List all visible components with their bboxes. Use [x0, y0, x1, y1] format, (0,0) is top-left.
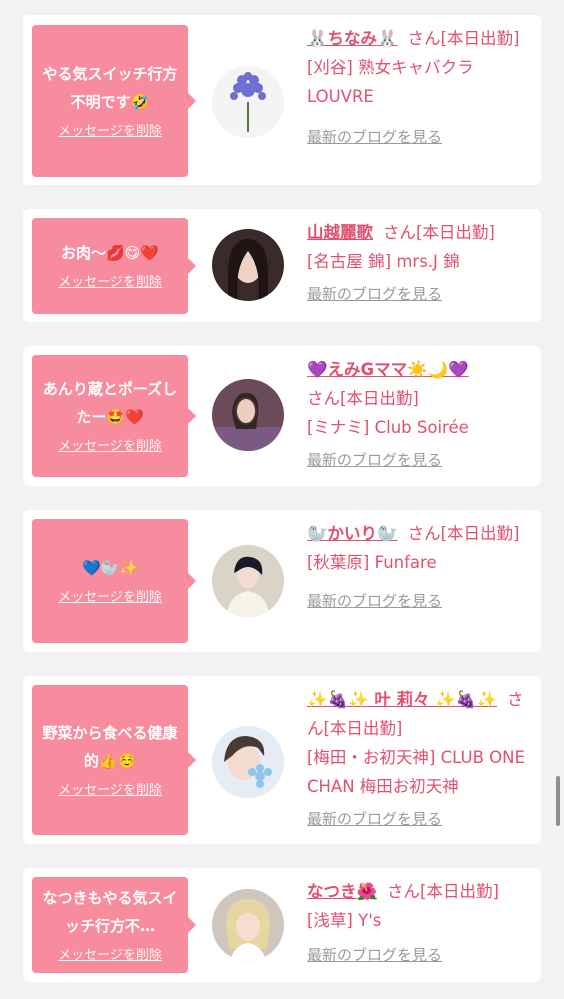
- cast-card: お肉〜💋😋❤️ メッセージを削除 山越麗歌 さん[本日出勤] [名古屋 錦] mr…: [23, 209, 541, 322]
- cast-info: 🐰ちなみ🐰 さん[本日出勤] [刈谷] 熟女キャバクラ LOUVRE 最新のブログ…: [307, 24, 537, 151]
- message-text: お肉〜💋😋❤️: [61, 244, 159, 262]
- latest-blog-link[interactable]: 最新のブログを見る: [307, 280, 537, 308]
- message-text: 野菜から食べる健康的👍☺️: [42, 724, 178, 770]
- delete-message-link[interactable]: メッセージを削除: [58, 273, 162, 293]
- avatar[interactable]: [212, 66, 284, 138]
- message-bubble: あんり蔵とポーズしたー🤩❤️ メッセージを削除: [32, 355, 196, 477]
- avatar[interactable]: [212, 229, 284, 301]
- message-text: 💙🦭✨: [81, 559, 139, 577]
- message-bubble: なつきもやる気スイッチ行方不… メッセージを削除: [32, 877, 196, 973]
- delete-message-link[interactable]: メッセージを削除: [58, 781, 162, 801]
- honorific: さん: [387, 882, 421, 901]
- cast-name-link[interactable]: ✨🍇✨ 叶 莉々 ✨🍇✨: [307, 690, 497, 709]
- shop-name: [刈谷] 熟女キャバクラ LOUVRE: [307, 58, 474, 106]
- message-bubble: 💙🦭✨ メッセージを削除: [32, 519, 196, 643]
- work-status: [本日出勤]: [340, 389, 419, 408]
- cast-name-link[interactable]: 山越麗歌: [307, 223, 373, 242]
- shop-name: [浅草] Y's: [307, 911, 382, 930]
- cast-name-link[interactable]: なつき🌺: [307, 882, 377, 901]
- avatar[interactable]: [212, 545, 284, 617]
- cast-name-link[interactable]: 🦭かいり🦭: [307, 524, 398, 543]
- cast-name-link[interactable]: 💜えみGママ☀️🌙💜: [307, 360, 469, 379]
- message-text: やる気スイッチ行方不明です🤣: [42, 65, 178, 111]
- cast-info: ✨🍇✨ 叶 莉々 ✨🍇✨ さん[本日出勤] [梅田・お初天神] CLUB ONE …: [307, 685, 537, 833]
- latest-blog-link[interactable]: 最新のブログを見る: [307, 123, 537, 151]
- message-bubble: お肉〜💋😋❤️ メッセージを削除: [32, 218, 196, 314]
- work-status: [本日出勤]: [323, 719, 403, 738]
- cast-card: 野菜から食べる健康的👍☺️ メッセージを削除 ✨🍇✨ 叶 莉々 ✨🍇✨ さん[本日…: [23, 676, 541, 844]
- delete-message-link[interactable]: メッセージを削除: [58, 437, 162, 457]
- cast-card: 💙🦭✨ メッセージを削除 🦭かいり🦭 さん[本日出勤] [秋葉原] Funfare…: [23, 510, 541, 652]
- message-text: あんり蔵とポーズしたー🤩❤️: [42, 380, 178, 426]
- avatar[interactable]: [212, 726, 284, 798]
- work-status: [本日出勤]: [440, 524, 520, 543]
- shop-name: [ミナミ] Club Soirée: [307, 418, 469, 437]
- honorific: さん: [307, 389, 340, 408]
- delete-message-link[interactable]: メッセージを削除: [58, 588, 162, 608]
- message-bubble: やる気スイッチ行方不明です🤣 メッセージを削除: [32, 25, 196, 177]
- cast-info: 🦭かいり🦭 さん[本日出勤] [秋葉原] Funfare 最新のブログを見る: [307, 519, 537, 615]
- cast-name-link[interactable]: 🐰ちなみ🐰: [307, 29, 398, 48]
- cast-info: なつき🌺 さん[本日出勤] [浅草] Y's 最新のブログを見る: [307, 877, 537, 969]
- shop-name: [秋葉原] Funfare: [307, 553, 437, 572]
- work-status: [本日出勤]: [420, 882, 499, 901]
- latest-blog-link[interactable]: 最新のブログを見る: [307, 587, 537, 615]
- cast-card: あんり蔵とポーズしたー🤩❤️ メッセージを削除 💜えみGママ☀️🌙💜 さん[本日…: [23, 346, 541, 486]
- honorific: さん: [407, 524, 441, 543]
- honorific: さん: [407, 29, 441, 48]
- honorific: さん: [383, 223, 416, 242]
- latest-blog-link[interactable]: 最新のブログを見る: [307, 941, 537, 969]
- cast-card: なつきもやる気スイッチ行方不… メッセージを削除 なつき🌺 さん[本日出勤] [浅…: [23, 868, 541, 982]
- shop-name: [名古屋 錦] mrs.J 錦: [307, 252, 460, 271]
- delete-message-link[interactable]: メッセージを削除: [58, 946, 162, 966]
- work-status: [本日出勤]: [416, 223, 495, 242]
- avatar[interactable]: [212, 379, 284, 451]
- shop-name: [梅田・お初天神] CLUB ONE CHAN 梅田お初天神: [307, 748, 525, 796]
- scrollbar[interactable]: [556, 776, 560, 826]
- message-bubble: 野菜から食べる健康的👍☺️ メッセージを削除: [32, 685, 196, 835]
- latest-blog-link[interactable]: 最新のブログを見る: [307, 446, 537, 474]
- message-text: なつきもやる気スイッチ行方不…: [42, 889, 178, 935]
- cast-card: やる気スイッチ行方不明です🤣 メッセージを削除 🐰ちなみ🐰 さん[本日出勤] [刈…: [23, 15, 541, 185]
- latest-blog-link[interactable]: 最新のブログを見る: [307, 805, 537, 833]
- work-status: [本日出勤]: [440, 29, 520, 48]
- cast-info: 山越麗歌 さん[本日出勤] [名古屋 錦] mrs.J 錦 最新のブログを見る: [307, 218, 537, 308]
- avatar[interactable]: [212, 889, 284, 961]
- delete-message-link[interactable]: メッセージを削除: [58, 122, 162, 142]
- cast-info: 💜えみGママ☀️🌙💜 さん[本日出勤] [ミナミ] Club Soirée 最新…: [307, 355, 537, 474]
